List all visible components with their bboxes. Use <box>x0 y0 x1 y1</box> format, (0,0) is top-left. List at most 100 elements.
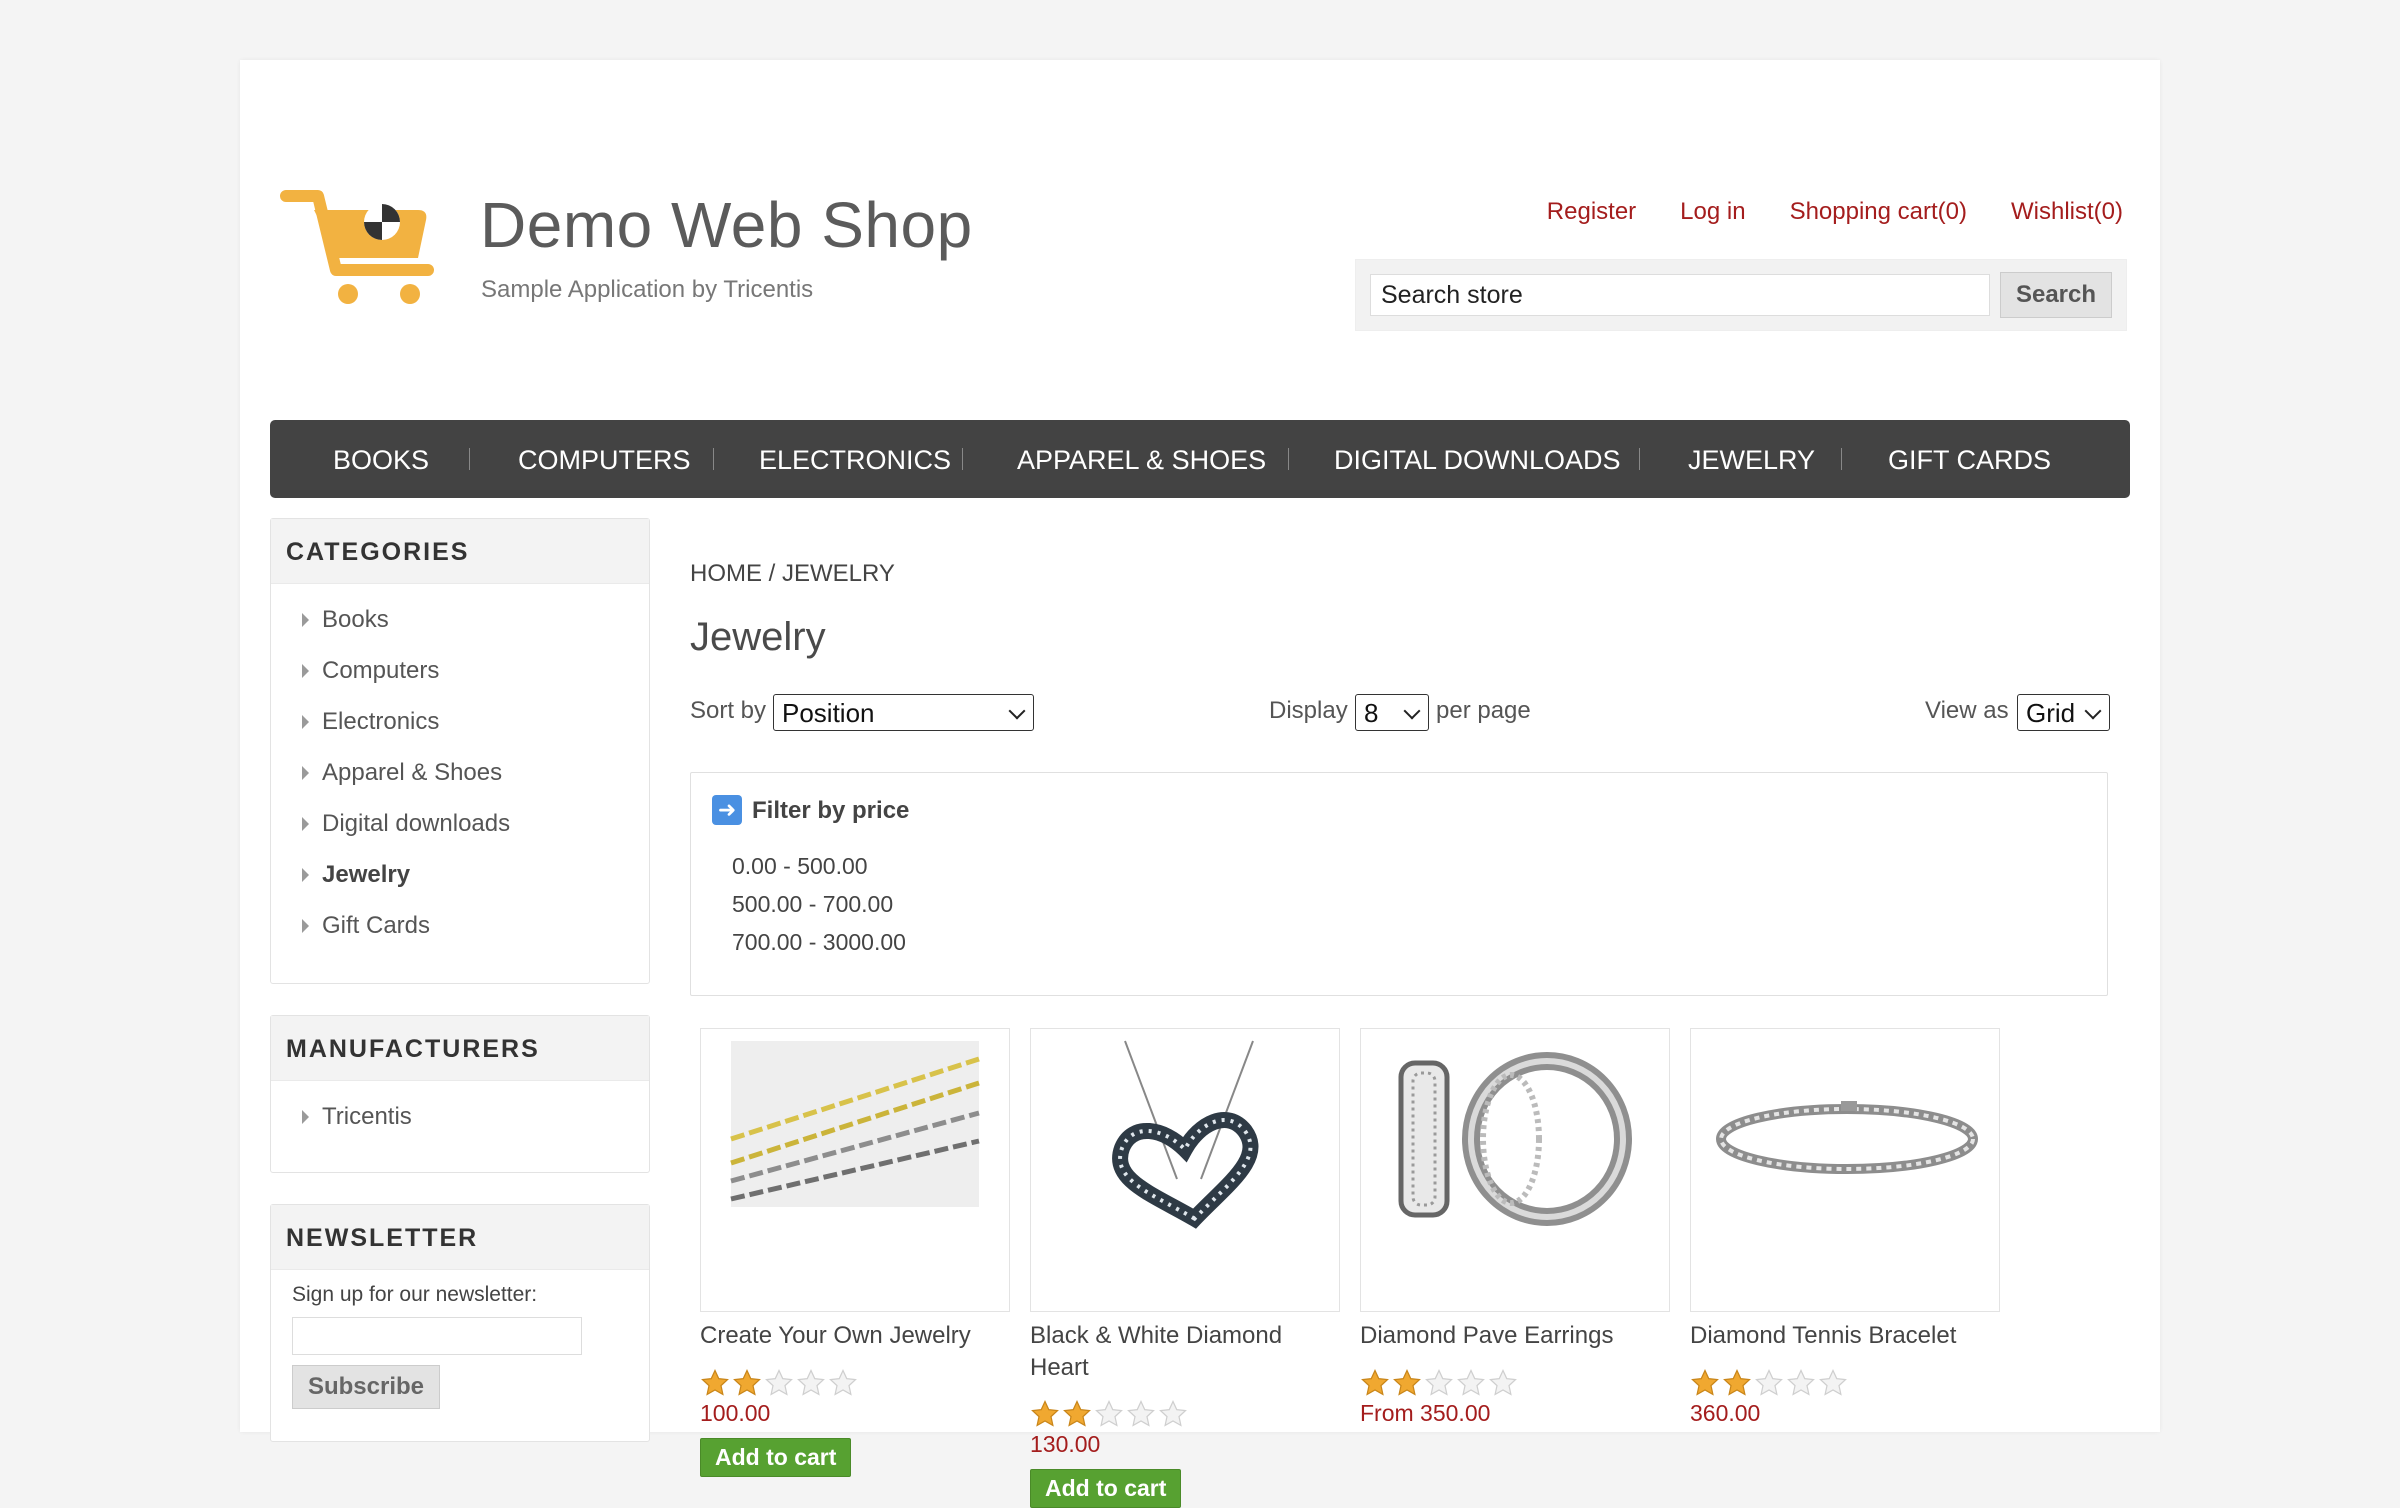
product-image-link[interactable] <box>1030 1028 1340 1312</box>
arrow-right-icon <box>302 868 309 882</box>
view-mode-select[interactable]: Grid <box>2017 694 2110 731</box>
arrow-right-icon: ➜ <box>712 795 742 825</box>
tennis-bracelet-image <box>1716 1101 1978 1174</box>
category-item-gift-cards[interactable]: Gift Cards <box>271 900 649 951</box>
menu-separator <box>469 448 470 470</box>
product-price: 100.00 <box>700 1400 771 1426</box>
arrow-right-icon <box>302 1110 309 1124</box>
search-button[interactable]: Search <box>2000 272 2112 318</box>
sort-by-select[interactable]: Position <box>773 694 1034 731</box>
site-logo[interactable]: Demo Web Shop Sample Application by Tric… <box>278 130 972 320</box>
gold-silver-chains-image <box>730 1041 980 1207</box>
star-filled-icon <box>701 1369 729 1396</box>
star-empty-icon <box>765 1369 793 1396</box>
star-empty-icon <box>1127 1400 1155 1427</box>
filter-title: Filter by price <box>752 797 910 824</box>
categories-block: CATEGORIES Books Computers Electronics A… <box>270 518 650 984</box>
manufacturers-block: MANUFACTURERS Tricentis <box>270 1015 650 1173</box>
chevron-down-icon <box>1008 702 1026 720</box>
category-item-jewelry[interactable]: Jewelry <box>271 849 649 900</box>
categories-title: CATEGORIES <box>271 519 649 584</box>
register-link[interactable]: Register <box>1547 198 1636 226</box>
star-filled-icon <box>1691 1369 1719 1396</box>
product-title-link[interactable]: Diamond Pave Earrings <box>1360 1320 1670 1352</box>
breadcrumb-home-link[interactable]: HOME <box>690 560 762 587</box>
menu-item-books[interactable]: BOOKS <box>333 420 429 498</box>
star-filled-icon <box>733 1369 761 1396</box>
menu-item-computers[interactable]: COMPUTERS <box>518 420 691 498</box>
product-image-link[interactable] <box>1360 1028 1670 1312</box>
star-filled-icon <box>1063 1400 1091 1427</box>
add-to-cart-button[interactable]: Add to cart <box>1030 1469 1182 1508</box>
menu-separator <box>1639 448 1640 470</box>
price-range-link[interactable]: 0.00 - 500.00 <box>732 853 868 880</box>
product-title-link[interactable]: Diamond Tennis Bracelet <box>1690 1320 2000 1352</box>
view-as-label: View as <box>1925 697 2009 724</box>
star-empty-icon <box>1457 1369 1485 1396</box>
breadcrumb: HOME / JEWELRY <box>690 560 895 588</box>
login-link[interactable]: Log in <box>1680 198 1745 226</box>
menu-item-apparel-shoes[interactable]: APPAREL & SHOES <box>1017 420 1266 498</box>
product-rating <box>1360 1368 1518 1398</box>
category-item-electronics[interactable]: Electronics <box>271 696 649 747</box>
star-empty-icon <box>829 1369 857 1396</box>
star-filled-icon <box>1031 1400 1059 1427</box>
category-label: Electronics <box>322 708 440 735</box>
newsletter-email-input[interactable] <box>292 1317 582 1355</box>
star-filled-icon <box>1361 1369 1389 1396</box>
display-label: Display <box>1269 697 1348 724</box>
chevron-down-icon <box>1403 702 1421 720</box>
page-size-value: 8 <box>1364 698 1379 728</box>
category-item-digital-downloads[interactable]: Digital downloads <box>271 798 649 849</box>
category-item-apparel-shoes[interactable]: Apparel & Shoes <box>271 747 649 798</box>
price-range-link[interactable]: 700.00 - 3000.00 <box>732 929 906 956</box>
header-links: Register Log in Shopping cart(0) Wishlis… <box>1547 198 2123 226</box>
menu-item-gift-cards[interactable]: GIFT CARDS <box>1888 420 2051 498</box>
product-rating <box>1690 1368 1848 1398</box>
product-title-link[interactable]: Create Your Own Jewelry <box>700 1320 1010 1352</box>
page-title: Jewelry <box>690 615 826 659</box>
category-label: Gift Cards <box>322 912 431 939</box>
wishlist-link[interactable]: Wishlist(0) <box>2011 198 2123 226</box>
star-empty-icon <box>1489 1369 1517 1396</box>
manufacturer-item-tricentis[interactable]: Tricentis <box>271 1091 649 1142</box>
category-item-computers[interactable]: Computers <box>271 645 649 696</box>
star-filled-icon <box>1723 1369 1751 1396</box>
newsletter-label: Sign up for our newsletter: <box>292 1283 538 1306</box>
logo-title: Demo Web Shop <box>480 189 973 261</box>
top-menu: BOOKS COMPUTERS ELECTRONICS APPAREL & SH… <box>270 420 2130 498</box>
menu-item-jewelry[interactable]: JEWELRY <box>1688 420 1815 498</box>
sort-by-value: Position <box>782 698 875 728</box>
chevron-down-icon <box>2084 702 2102 720</box>
page-size-select[interactable]: 8 <box>1355 694 1429 731</box>
menu-item-electronics[interactable]: ELECTRONICS <box>759 420 951 498</box>
price-filter-box: ➜ Filter by price 0.00 - 500.00 500.00 -… <box>690 772 2108 996</box>
price-range-link[interactable]: 500.00 - 700.00 <box>732 891 893 918</box>
product-title-link[interactable]: Black & White Diamond Heart <box>1030 1320 1340 1384</box>
breadcrumb-current: JEWELRY <box>782 560 895 587</box>
menu-item-digital-downloads[interactable]: DIGITAL DOWNLOADS <box>1334 420 1621 498</box>
manufacturers-title: MANUFACTURERS <box>271 1016 649 1081</box>
category-label: Computers <box>322 657 440 684</box>
category-label: Apparel & Shoes <box>322 759 503 786</box>
menu-separator <box>1841 448 1842 470</box>
view-mode-value: Grid <box>2026 698 2076 728</box>
category-label: Jewelry <box>322 861 411 888</box>
product-price: From 350.00 <box>1360 1400 1491 1426</box>
category-label: Digital downloads <box>322 810 511 837</box>
star-filled-icon <box>1393 1369 1421 1396</box>
shopping-cart-link[interactable]: Shopping cart(0) <box>1790 198 1967 226</box>
search-input[interactable] <box>1370 274 1990 316</box>
subscribe-button[interactable]: Subscribe <box>292 1365 440 1409</box>
category-item-books[interactable]: Books <box>271 594 649 645</box>
arrow-right-icon <box>302 919 309 933</box>
add-to-cart-button[interactable]: Add to cart <box>700 1438 852 1477</box>
category-label: Books <box>322 606 389 633</box>
product-image-link[interactable] <box>700 1028 1010 1312</box>
star-empty-icon <box>1095 1400 1123 1427</box>
logo-subtitle: Sample Application by Tricentis <box>481 276 814 303</box>
product-image-link[interactable] <box>1690 1028 2000 1312</box>
menu-separator <box>713 448 714 470</box>
star-empty-icon <box>1425 1369 1453 1396</box>
arrow-right-icon <box>302 817 309 831</box>
